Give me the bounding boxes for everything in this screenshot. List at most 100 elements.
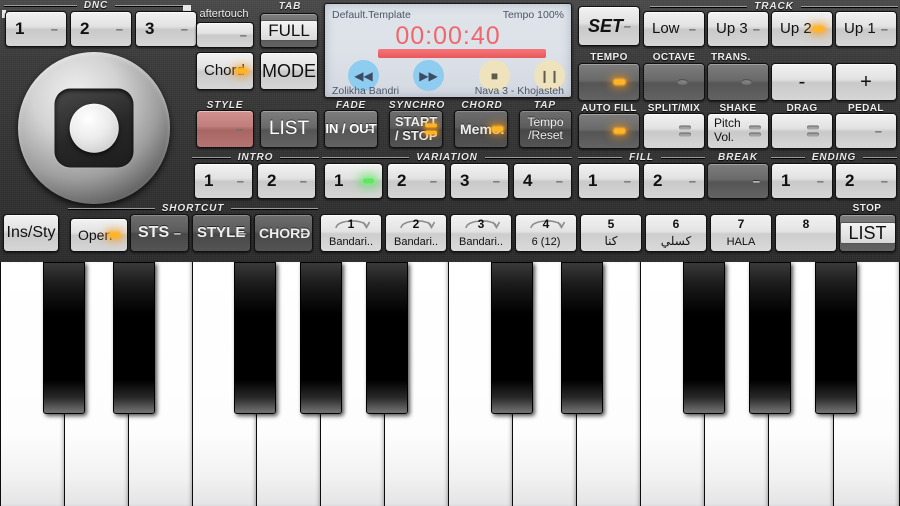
variation-button-1[interactable]: 1 — [324, 163, 383, 199]
intro-button-2[interactable]: 2 — [257, 163, 316, 199]
track-button-up1-led — [881, 23, 888, 36]
pad-3[interactable]: 3 Bandari.. — [450, 214, 512, 252]
style-list-button-label: LIST — [268, 118, 310, 140]
track-button-up2[interactable]: Up 2 — [771, 11, 833, 47]
synchro-start-stop-button[interactable]: START / STOP — [389, 110, 443, 148]
shortcut-chord-button[interactable]: CHORD — [254, 214, 313, 252]
intro-button-2-label: 2 — [267, 171, 277, 191]
style-button[interactable] — [196, 110, 254, 148]
break-button[interactable] — [707, 163, 769, 199]
joystick-knob[interactable] — [69, 103, 119, 153]
fill-button-1-label: 1 — [588, 171, 598, 191]
open-button-led — [109, 232, 120, 238]
pad-8[interactable]: 8 — [775, 214, 837, 252]
pad-2[interactable]: 2 Bandari.. — [385, 214, 447, 252]
ending-button-1[interactable]: 1 — [771, 163, 833, 199]
shortcut-caption: SHORTCUT — [161, 203, 225, 214]
ins-sty-label: Ins/Sty — [6, 223, 56, 241]
pedal-button[interactable] — [835, 113, 897, 149]
pad-7[interactable]: 7 HALA — [710, 214, 772, 252]
pad-3-number: 3 — [477, 217, 485, 231]
pad-7-name: HALA — [726, 236, 756, 248]
pad-6-number: 6 — [672, 217, 680, 231]
tempo-button[interactable] — [578, 63, 640, 101]
dnc-button-2-led — [116, 23, 123, 36]
black-key-4[interactable] — [300, 262, 342, 414]
value-minus-label: - — [798, 70, 806, 93]
lcd-display[interactable]: Default.Template Tempo 100% 00:00:40 ◀◀ … — [324, 3, 572, 98]
lcd-time-display: 00:00:40 — [395, 22, 501, 50]
variation-button-3[interactable]: 3 — [450, 163, 509, 199]
style-button-led — [236, 123, 243, 136]
tap-tempo-reset-button[interactable]: Tempo /Reset — [519, 110, 572, 148]
dnc-button-1[interactable]: 1 — [5, 11, 67, 47]
chord-memo-button[interactable]: Memo. — [454, 110, 508, 148]
value-plus-button[interactable]: + — [835, 63, 897, 101]
stop-list-label: LIST — [840, 221, 895, 245]
fill-button-1[interactable]: 1 — [578, 163, 640, 199]
value-minus-button[interactable]: - — [771, 63, 833, 101]
joystick-control[interactable] — [18, 52, 170, 204]
variation-button-4[interactable]: 4 — [513, 163, 572, 199]
fade-led — [366, 123, 373, 136]
pad-2-number: 2 — [412, 217, 420, 231]
open-button[interactable]: Open — [70, 218, 128, 252]
auto-fill-led — [614, 128, 625, 134]
black-key-10[interactable] — [815, 262, 857, 414]
black-key-6[interactable] — [491, 262, 533, 414]
dnc-button-2[interactable]: 2 — [70, 11, 132, 47]
shortcut-sts-led — [174, 227, 181, 240]
lcd-template-name: Default.Template — [332, 9, 411, 21]
stop-list-button[interactable]: LIST — [839, 214, 896, 252]
black-key-1[interactable] — [43, 262, 85, 414]
black-key-5[interactable] — [366, 262, 408, 414]
pad-6[interactable]: 6 كسلي — [645, 214, 707, 252]
variation-button-2[interactable]: 2 — [387, 163, 446, 199]
dnc-button-3[interactable]: 3 — [135, 11, 197, 47]
black-key-7[interactable] — [561, 262, 603, 414]
black-key-2[interactable] — [113, 262, 155, 414]
shortcut-sts-button[interactable]: STS — [130, 214, 189, 252]
octave-led — [677, 79, 688, 85]
ending-button-2[interactable]: 2 — [835, 163, 897, 199]
chord-button[interactable]: Chord — [196, 52, 254, 90]
intro-button-1[interactable]: 1 — [194, 163, 253, 199]
intro-button-2-led — [300, 175, 307, 188]
chord-memo-led — [492, 126, 503, 132]
black-key-9[interactable] — [749, 262, 791, 414]
tab-full-button-label: FULL — [261, 19, 317, 42]
ins-sty-button[interactable]: Ins/Sty — [3, 214, 59, 252]
lcd-progress-bar[interactable] — [378, 49, 546, 58]
octave-button[interactable] — [643, 63, 705, 101]
track-set-label: SET — [588, 15, 624, 36]
shortcut-style-button[interactable]: STYLE — [192, 214, 251, 252]
section-label-dnc: DNC — [4, 0, 188, 11]
tab-full-button[interactable]: FULL — [260, 13, 318, 48]
piano-keyboard[interactable] — [0, 262, 900, 506]
black-key-3[interactable] — [234, 262, 276, 414]
mode-button[interactable]: MODE — [260, 52, 318, 90]
fill-button-2[interactable]: 2 — [643, 163, 705, 199]
dnc-button-3-led — [181, 23, 188, 36]
track-set-button[interactable]: SET — [578, 6, 640, 46]
shake-button[interactable]: Pitch Vol. — [707, 113, 769, 149]
pad-5[interactable]: 5 كنا — [580, 214, 642, 252]
fade-in-out-button[interactable]: IN / OUT — [324, 110, 378, 148]
style-list-button[interactable]: LIST — [260, 110, 318, 148]
shake-led — [749, 125, 761, 137]
aftertouch-button[interactable] — [196, 22, 254, 48]
pad-1[interactable]: 1 Bandari.. — [320, 214, 382, 252]
split-mix-led — [679, 125, 691, 137]
track-button-low[interactable]: Low — [643, 11, 705, 47]
auto-fill-button[interactable] — [578, 113, 640, 149]
pad-4[interactable]: 4 6 (12) — [515, 214, 577, 252]
track-button-up3[interactable]: Up 3 — [707, 11, 769, 47]
tempo-led — [614, 79, 625, 85]
track-button-up1[interactable]: Up 1 — [835, 11, 897, 47]
transpose-button[interactable] — [707, 63, 769, 101]
variation-button-3-label: 3 — [460, 171, 470, 191]
split-mix-button[interactable] — [643, 113, 705, 149]
track-button-up2-label: Up 2 — [780, 20, 812, 38]
black-key-8[interactable] — [683, 262, 725, 414]
drag-button[interactable] — [771, 113, 833, 149]
